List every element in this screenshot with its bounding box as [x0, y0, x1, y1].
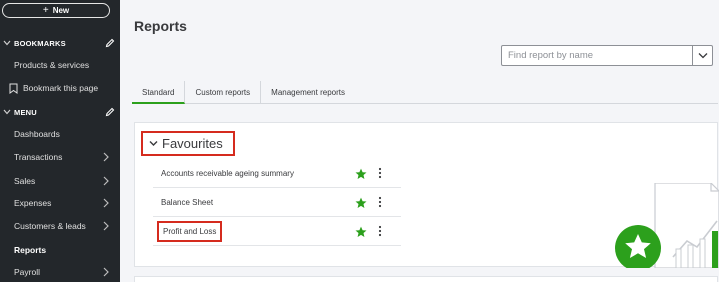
new-button-label: New — [52, 6, 70, 15]
chevron-right-icon — [103, 221, 109, 231]
menu-header-label: MENU — [14, 107, 37, 117]
tab-standard[interactable]: Standard — [132, 81, 186, 104]
chevron-down-icon — [0, 39, 14, 48]
star-icon[interactable] — [355, 168, 367, 180]
new-button[interactable]: + New — [2, 3, 110, 18]
report-tabs: Standard Custom reports Management repor… — [132, 81, 718, 104]
plus-icon: + — [42, 4, 49, 16]
chevron-down-icon — [0, 108, 14, 117]
report-link-profit-and-loss[interactable]: Profit and Loss — [157, 220, 223, 242]
list-item: Accounts receivable ageing summary — [153, 159, 401, 188]
sidebar-item-products-services[interactable]: Products & services — [0, 55, 120, 75]
chevron-down-icon — [698, 53, 707, 59]
edit-bookmarks-pencil-icon[interactable] — [100, 38, 120, 48]
bookmarks-section-header[interactable]: BOOKMARKS — [0, 35, 120, 51]
favourites-card: Favourites Accounts receivable ageing su… — [134, 122, 719, 268]
bookmark-icon — [9, 83, 18, 94]
page-title: Reports — [134, 18, 187, 34]
favourites-toggle[interactable]: Favourites — [141, 131, 235, 156]
sidebar-item-dashboards[interactable]: Dashboards — [0, 124, 120, 144]
sidebar-item-label: Expenses — [14, 198, 52, 208]
sidebar-item-bookmark-this-page[interactable]: Bookmark this page — [0, 78, 120, 98]
sidebar-item-label: Transactions — [14, 152, 63, 162]
sidebar-item-label: Bookmark this page — [23, 83, 99, 93]
sidebar-item-reports[interactable]: Reports — [0, 240, 120, 260]
chevron-right-icon — [103, 267, 109, 277]
favourites-list: Accounts receivable ageing summary Balan… — [153, 159, 401, 246]
edit-menu-pencil-icon[interactable] — [100, 107, 120, 117]
sidebar-item-label: Sales — [14, 176, 36, 186]
more-options-icon[interactable] — [378, 225, 382, 237]
star-icon[interactable] — [355, 226, 367, 238]
sidebar-item-label: Products & services — [14, 60, 90, 70]
list-item: Profit and Loss — [153, 217, 401, 246]
favourite-report-illustration — [615, 183, 719, 268]
report-search — [501, 45, 713, 66]
chevron-right-icon — [103, 198, 109, 208]
favourites-title: Favourites — [162, 136, 223, 151]
more-options-icon[interactable] — [378, 196, 382, 208]
sidebar-item-payroll[interactable]: Payroll — [0, 262, 120, 282]
more-options-icon[interactable] — [378, 167, 382, 179]
sidebar-item-label: Dashboards — [14, 129, 60, 139]
report-search-input[interactable] — [502, 46, 692, 65]
chevron-down-icon — [149, 141, 158, 146]
sidebar-item-label: Customers & leads — [14, 221, 86, 231]
next-section-card — [134, 276, 718, 282]
chevron-right-icon — [103, 152, 109, 162]
sidebar-item-sales[interactable]: Sales — [0, 171, 120, 191]
main-content: Reports Standard Custom reports Manageme… — [120, 0, 719, 282]
sidebar-item-label: Reports — [14, 245, 47, 255]
menu-section-header[interactable]: MENU — [0, 104, 120, 120]
sidebar-item-customers-leads[interactable]: Customers & leads — [0, 216, 120, 236]
left-sidebar: + New BOOKMARKS Products & services Book… — [0, 0, 120, 282]
list-item: Balance Sheet — [153, 188, 401, 217]
star-icon[interactable] — [355, 197, 367, 209]
tab-custom-reports[interactable]: Custom reports — [185, 81, 262, 103]
search-dropdown-button[interactable] — [692, 46, 712, 65]
sidebar-item-label: Payroll — [14, 267, 40, 277]
sidebar-item-transactions[interactable]: Transactions — [0, 147, 120, 167]
tab-management-reports[interactable]: Management reports — [261, 81, 355, 103]
sidebar-item-expenses[interactable]: Expenses — [0, 193, 120, 213]
chevron-right-icon — [103, 176, 109, 186]
bookmarks-header-label: BOOKMARKS — [14, 38, 66, 48]
